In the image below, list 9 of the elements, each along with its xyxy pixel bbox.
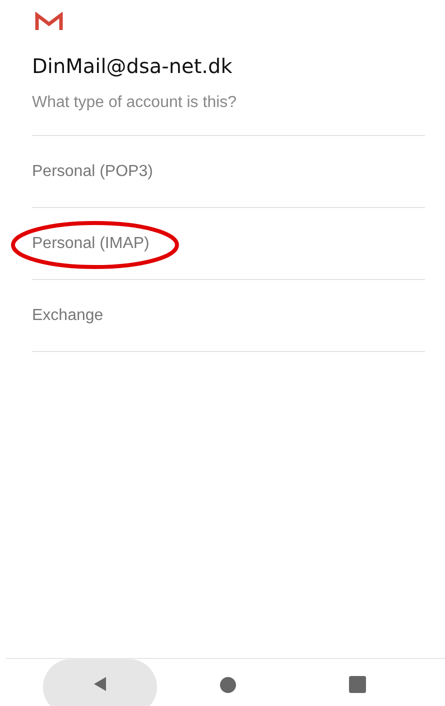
overview-icon[interactable] (349, 676, 366, 693)
account-type-option[interactable]: Exchange (32, 306, 104, 324)
gmail-logo-icon (35, 12, 63, 32)
back-icon (92, 676, 108, 692)
home-icon[interactable] (220, 677, 236, 693)
account-type-option[interactable]: Personal (POP3) (32, 162, 153, 180)
account-type-question: What type of account is this? (32, 94, 425, 136)
back-button[interactable] (43, 659, 157, 706)
account-email: DinMail@dsa-net.dk (32, 54, 234, 78)
